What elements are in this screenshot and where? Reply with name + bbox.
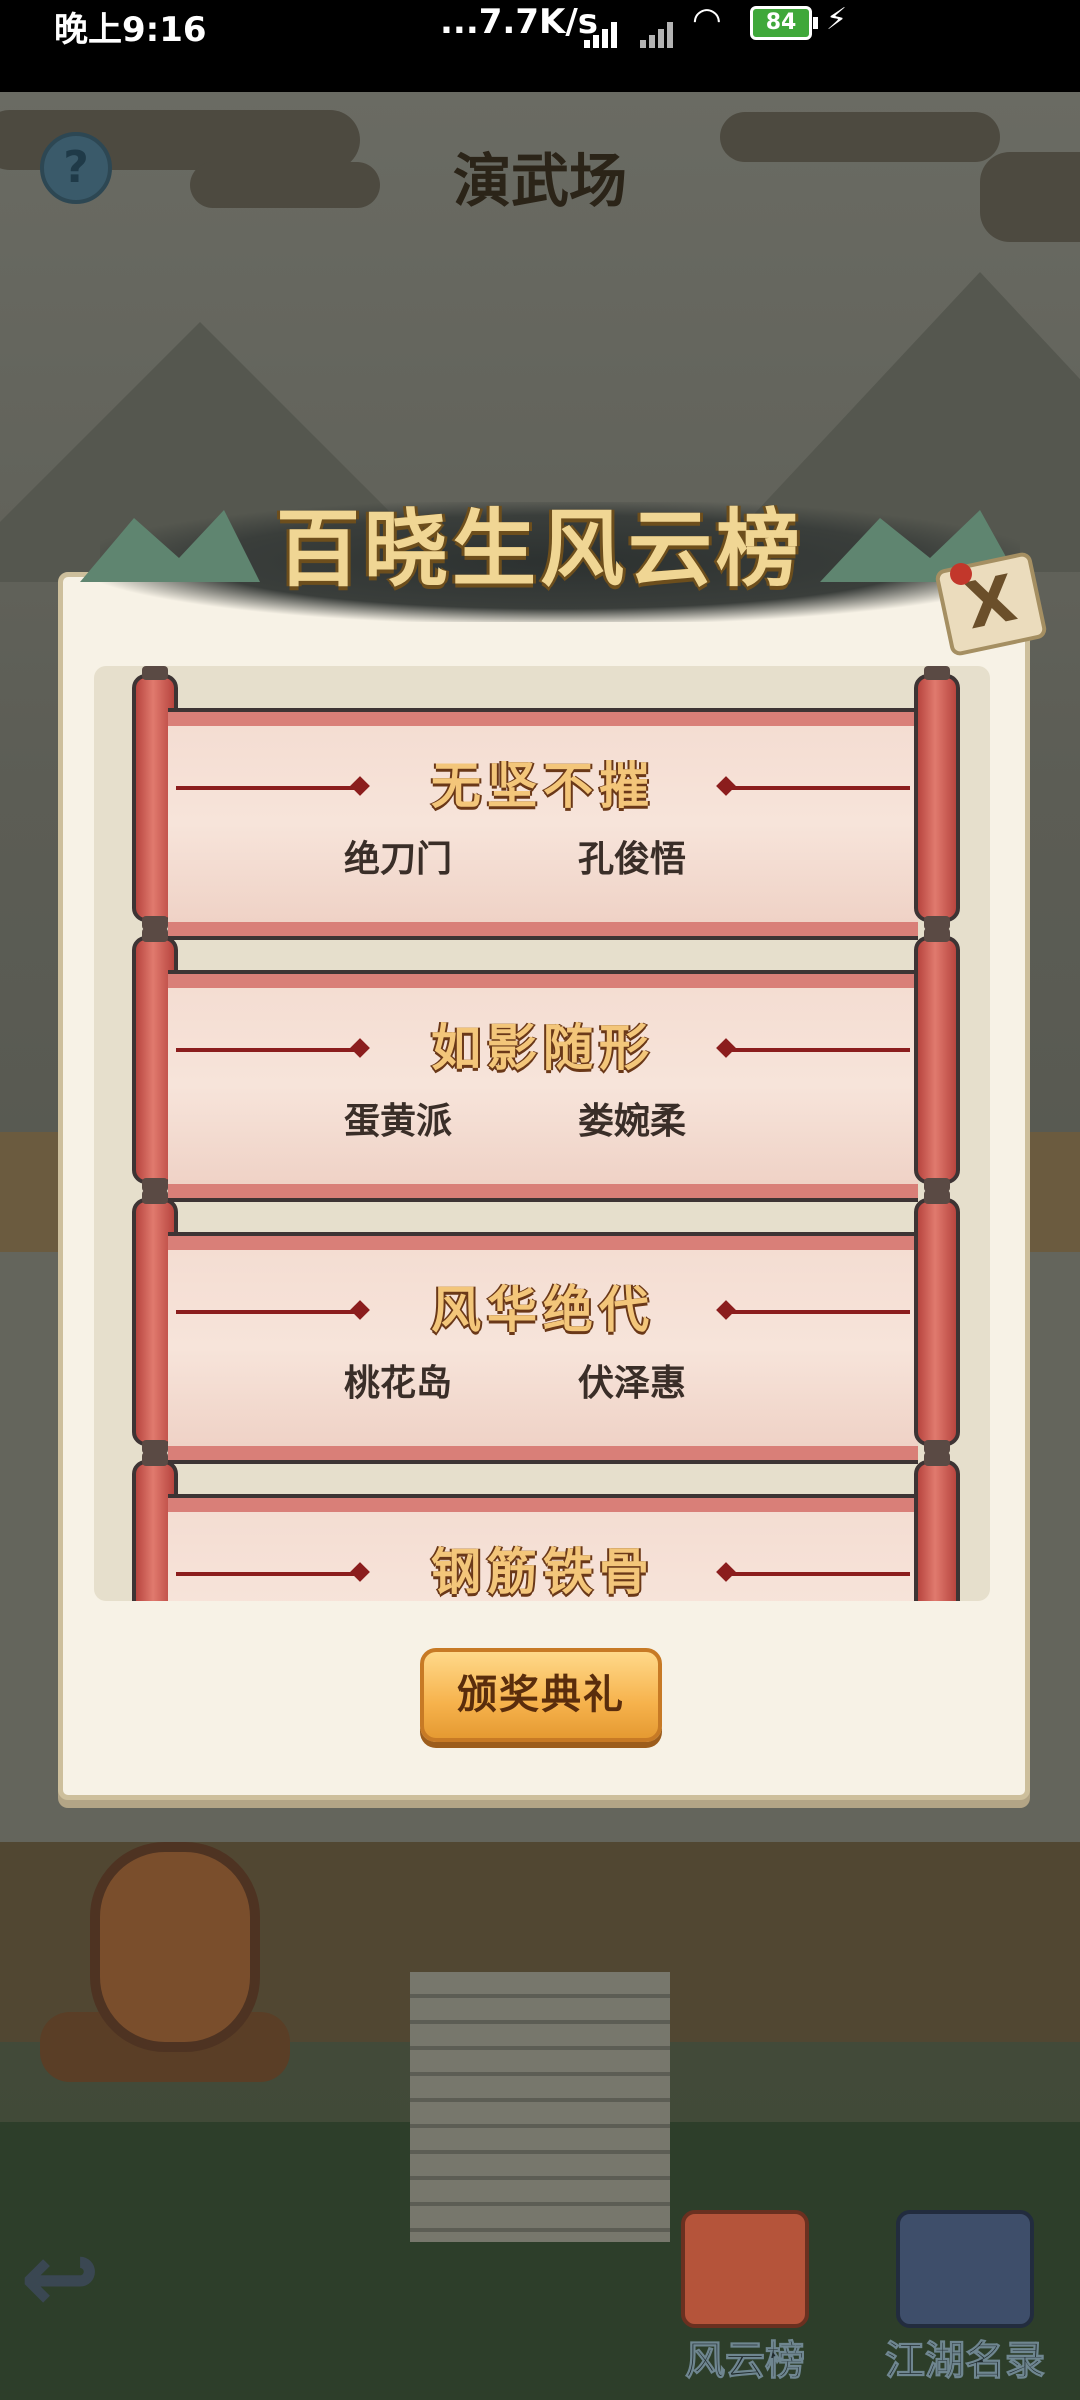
registry-nav-label: 江湖名录 [885, 2338, 1046, 2385]
faction-name: 绝刀门 [344, 839, 453, 880]
ranking-scroll-item: 风华绝代 桃花岛 伏泽惠 [94, 1190, 990, 1460]
drum [90, 1842, 260, 2052]
wifi-icon: ◠ [692, 0, 722, 40]
person-name: 娄婉柔 [578, 1101, 687, 1142]
honor-title: 风华绝代 [431, 1280, 655, 1339]
honor-title: 无坚不摧 [431, 756, 655, 815]
cell-signal-2-icon [640, 8, 676, 48]
award-ceremony-button[interactable]: 颁奖典礼 [420, 1648, 662, 1742]
modal-title: 百晓生风云榜 [275, 499, 804, 598]
battery-icon: 84 [750, 6, 818, 40]
person-name: 孔俊悟 [578, 839, 687, 880]
status-time: 晚上9:16 [54, 10, 207, 50]
ranking-nav-button[interactable]: 风云榜 [650, 2210, 840, 2386]
modal-header: 百晓生风云榜 [40, 472, 1040, 632]
ranking-nav-label: 风云榜 [685, 2338, 806, 2385]
cell-signal-icon [584, 8, 620, 48]
ranking-list[interactable]: 无坚不摧 绝刀门 孔俊悟 如影随形 蛋黄派 娄婉柔 风华绝代 桃花岛 伏泽惠 钢… [94, 666, 990, 1601]
network-speed: ...7.7K/s [440, 2, 598, 42]
stairs [410, 1972, 670, 2242]
faction-name: 桃花岛 [344, 1363, 453, 1404]
pin-icon [950, 563, 972, 585]
honor-title: 如影随形 [431, 1018, 655, 1077]
registry-nav-button[interactable]: 江湖名录 [870, 2210, 1060, 2386]
scroll-icon [681, 2210, 809, 2328]
person-name: 伏泽惠 [578, 1363, 687, 1404]
back-arrow-icon[interactable]: ↩ [20, 2230, 130, 2326]
faction-name: 蛋黄派 [344, 1101, 453, 1142]
scene-title: 演武场 [452, 147, 627, 215]
honor-title: 钢筋铁骨 [431, 1542, 655, 1601]
book-icon [896, 2210, 1034, 2328]
ranking-scroll-item: 钢筋铁骨 [94, 1452, 990, 1601]
charging-icon: ⚡ [826, 2, 848, 37]
ranking-scroll-item: 无坚不摧 绝刀门 孔俊悟 [94, 666, 990, 936]
status-bar: 晚上9:16 ...7.7K/s ◠ 84 ⚡ [0, 0, 1080, 92]
ranking-scroll-item: 如影随形 蛋黄派 娄婉柔 [94, 928, 990, 1198]
